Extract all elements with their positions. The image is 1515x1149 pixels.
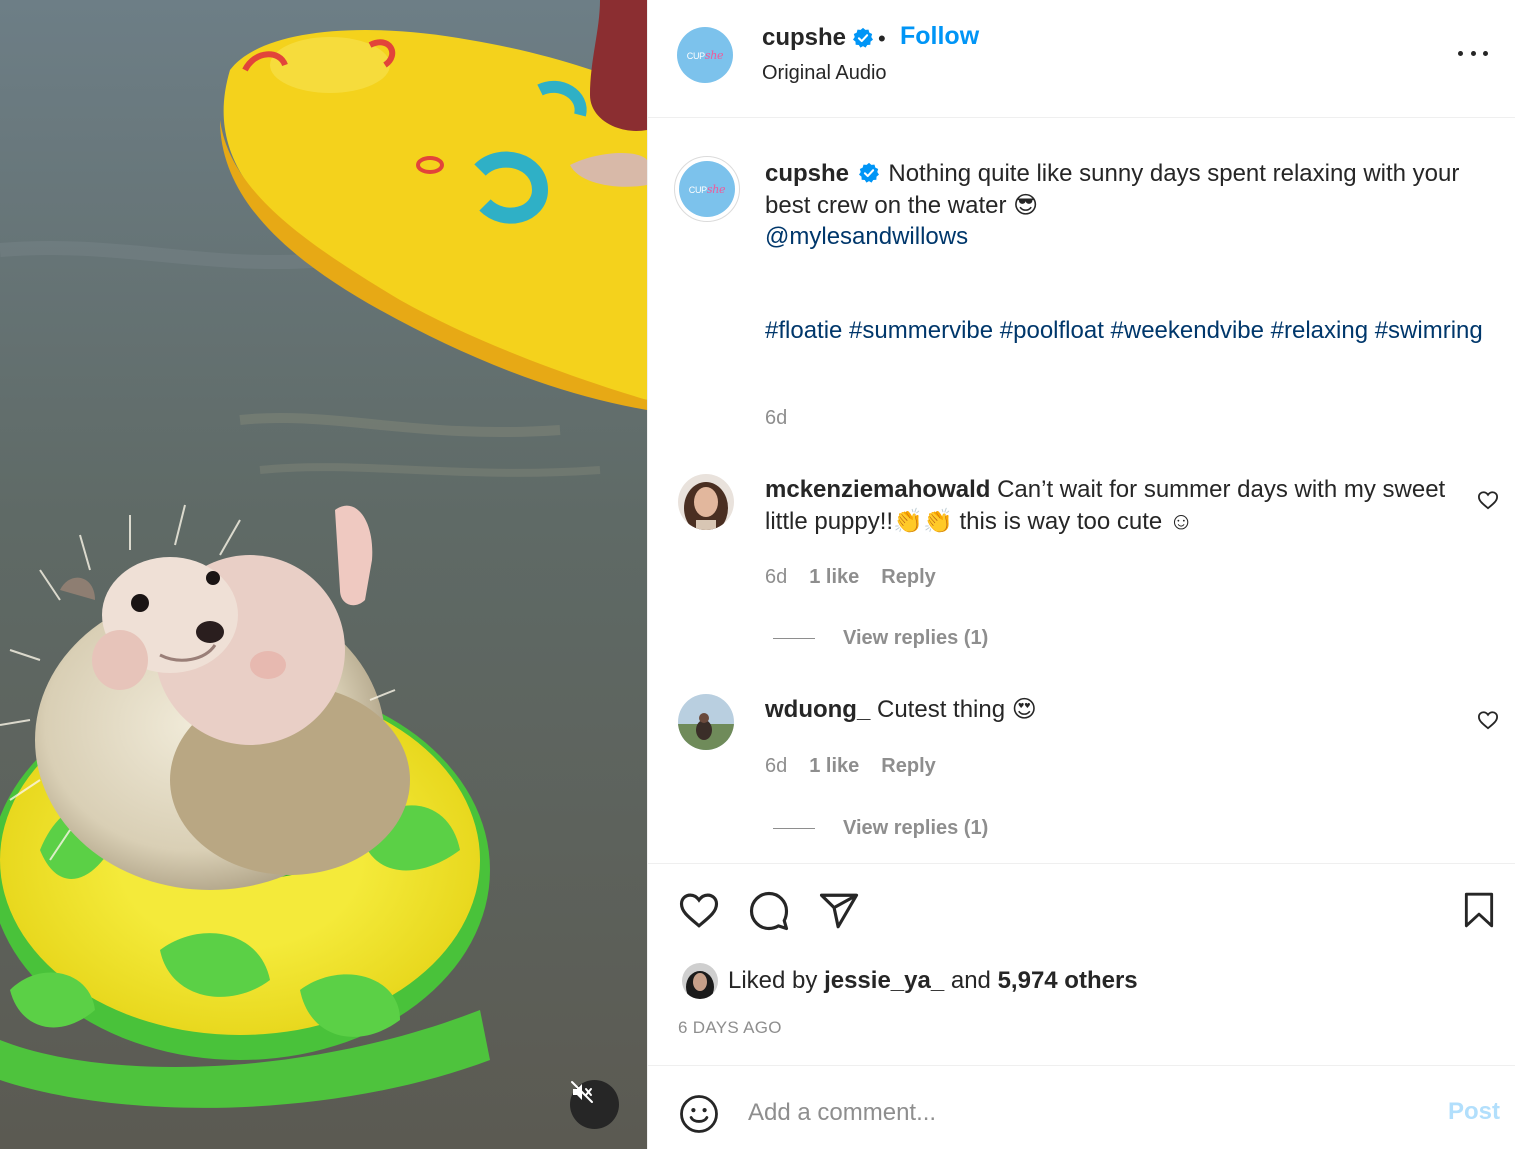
author-username-row: cupshe bbox=[762, 24, 874, 52]
liker-photo bbox=[682, 963, 718, 999]
post-caption: cupshe Nothing quite like sunny days spe… bbox=[765, 158, 1485, 253]
post-header: CUPshe cupshe • Follow Original Audio bbox=[648, 0, 1515, 118]
mute-toggle-button[interactable] bbox=[570, 1080, 619, 1129]
liked-by-joiner: and bbox=[950, 967, 991, 994]
comment-input[interactable] bbox=[748, 1096, 1388, 1130]
likes-count-link[interactable]: 5,974 others bbox=[998, 967, 1138, 995]
comment-like-heart-icon[interactable] bbox=[1477, 710, 1499, 730]
view-replies-button[interactable]: View replies (1) bbox=[773, 627, 988, 650]
replies-divider bbox=[773, 828, 815, 829]
heart-icon[interactable] bbox=[678, 890, 720, 930]
caption-mention-link[interactable]: @mylesandwillows bbox=[765, 223, 968, 250]
comment-body: mckenziemahowald Can’t wait for summer d… bbox=[765, 474, 1465, 537]
author-username[interactable]: cupshe bbox=[762, 24, 846, 52]
post-actions-section: Liked by jessie_ya_ and 5,974 others 6 D… bbox=[648, 863, 1515, 1065]
comment-time[interactable]: 6d bbox=[765, 566, 787, 589]
comment-text: Cutest thing 😍 bbox=[877, 696, 1037, 723]
author-avatar[interactable]: CUPshe bbox=[677, 27, 733, 83]
comment-likes[interactable]: 1 like bbox=[809, 566, 859, 589]
liker-avatar[interactable] bbox=[682, 963, 718, 999]
muted-speaker-icon bbox=[571, 1081, 593, 1103]
comment-like-heart-icon[interactable] bbox=[1477, 490, 1499, 510]
commenter-avatar[interactable] bbox=[678, 694, 734, 750]
comment-icon[interactable] bbox=[748, 890, 790, 932]
liked-by-user[interactable]: jessie_ya_ bbox=[824, 967, 944, 995]
caption-hashtags[interactable]: #floatie #summervibe #poolfloat #weekend… bbox=[765, 315, 1485, 347]
emoji-icon[interactable] bbox=[678, 1093, 720, 1135]
add-comment-bar: Post bbox=[648, 1065, 1515, 1149]
reply-button[interactable]: Reply bbox=[881, 566, 935, 589]
verified-badge-icon bbox=[853, 27, 874, 48]
view-replies-label: View replies (1) bbox=[843, 817, 989, 839]
brand-logo: CUPshe bbox=[686, 48, 724, 62]
commenter-avatar[interactable] bbox=[678, 474, 734, 530]
caption-timestamp[interactable]: 6d bbox=[765, 407, 787, 430]
bookmark-icon[interactable] bbox=[1460, 890, 1498, 930]
comment-time[interactable]: 6d bbox=[765, 755, 787, 778]
post-details-panel: CUPshe cupshe • Follow Original Audio CU… bbox=[647, 0, 1515, 1149]
brand-logo: CUPshe bbox=[688, 182, 726, 196]
comment-likes[interactable]: 1 like bbox=[809, 755, 859, 778]
audio-label[interactable]: Original Audio bbox=[762, 62, 887, 85]
commenter-photo bbox=[678, 694, 734, 750]
replies-divider bbox=[773, 638, 815, 639]
comment-body: wduong_ Cutest thing 😍 bbox=[765, 694, 1465, 726]
follow-button[interactable]: Follow bbox=[900, 22, 979, 51]
header-separator: • bbox=[878, 26, 886, 51]
post-timestamp[interactable]: 6 DAYS AGO bbox=[678, 1018, 782, 1038]
view-replies-label: View replies (1) bbox=[843, 627, 989, 649]
video-frame-hedgehog-on-float bbox=[0, 0, 647, 1149]
view-replies-button[interactable]: View replies (1) bbox=[773, 817, 988, 840]
comment-meta: 6d 1 like Reply bbox=[765, 755, 936, 778]
post-comment-button[interactable]: Post bbox=[1448, 1098, 1500, 1126]
post-video[interactable] bbox=[0, 0, 647, 1149]
reply-button[interactable]: Reply bbox=[881, 755, 935, 778]
comment-meta: 6d 1 like Reply bbox=[765, 566, 936, 589]
more-options-icon[interactable] bbox=[1458, 43, 1488, 63]
instagram-post-modal: CUPshe cupshe • Follow Original Audio CU… bbox=[0, 0, 1515, 1149]
liked-by-row: Liked by jessie_ya_ and 5,974 others bbox=[682, 963, 1138, 999]
caption-username[interactable]: cupshe bbox=[765, 160, 849, 187]
verified-badge-icon bbox=[858, 162, 879, 183]
caption-author-avatar[interactable]: CUPshe bbox=[674, 156, 740, 222]
comment-username[interactable]: wduong_ bbox=[765, 696, 870, 723]
brand-avatar-inner: CUPshe bbox=[679, 161, 735, 217]
share-icon[interactable] bbox=[818, 890, 860, 932]
comment-username[interactable]: mckenziemahowald bbox=[765, 476, 990, 503]
commenter-photo bbox=[678, 474, 734, 530]
liked-by-prefix: Liked by bbox=[728, 967, 818, 994]
